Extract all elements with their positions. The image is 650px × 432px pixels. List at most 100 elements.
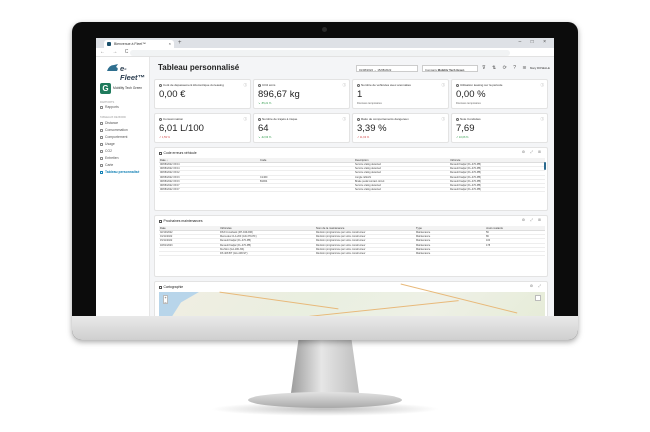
- warning-icon: [258, 117, 261, 121]
- kpi-card-leasing-usage: Utilisation leasing sur la période ⓘ 0,0…: [451, 79, 548, 109]
- kpi-trend: ↗ 1,59 %: [159, 136, 170, 139]
- leaf-icon: [258, 83, 261, 87]
- sidebar-item-label: Distance: [105, 121, 119, 125]
- monitor-stand-base: [248, 392, 402, 408]
- company-select[interactable]: Company Mobility Tech Green: [422, 65, 478, 72]
- info-icon[interactable]: ⓘ: [244, 83, 248, 88]
- sidebar-item-label: CO2: [105, 149, 112, 153]
- info-icon[interactable]: ⓘ: [343, 117, 347, 122]
- table-cell: 08/08/2022 15:07: [159, 187, 259, 193]
- sidebar-item-consommation[interactable]: Consommation: [100, 128, 148, 134]
- info-icon[interactable]: ⓘ: [343, 83, 347, 88]
- table-cell: DS 408 BT (GG-408-ST): [219, 251, 315, 257]
- kpi-card-co2: CO2 émis ⓘ 896,67 kg ↘ -55,21 %: [253, 79, 350, 109]
- org-name: Mobility Tech Green: [113, 86, 143, 90]
- kpi-trend: ↗ 10,06 %: [456, 136, 469, 139]
- map-canvas[interactable]: + −: [159, 283, 545, 316]
- kpi-label: Note Conduites: [456, 117, 481, 121]
- kpi-label-text: Ratio de comportements dangereux: [361, 117, 409, 121]
- page-title: Tableau personnalisé: [158, 63, 240, 72]
- tab-close-icon[interactable]: ×: [169, 41, 171, 46]
- panel-tools[interactable]: ⚙ ⤢ ⊞: [522, 150, 543, 154]
- kpi-card-leasing-cost: Coût de dépassement kilométrique du leas…: [154, 79, 251, 109]
- scrollbar-thumb[interactable]: [544, 162, 546, 170]
- zoom-out-button[interactable]: −: [164, 300, 167, 306]
- panel-tools[interactable]: ⚙ ⤢: [530, 284, 543, 288]
- percent-icon: [456, 83, 459, 87]
- user-menu[interactable]: Mary ROSELLE: [530, 66, 550, 70]
- url-field[interactable]: [130, 49, 510, 56]
- layers-icon[interactable]: [535, 295, 541, 301]
- panel-tools[interactable]: ⚙ ⤢ ⊞: [522, 218, 543, 222]
- company-value: Mobility Tech Green: [437, 67, 465, 72]
- kpi-value: 0,00 €: [159, 89, 186, 100]
- sidebar-item-distance[interactable]: Distance: [100, 121, 148, 127]
- panel-title-text: Prochaines maintenances: [163, 219, 203, 223]
- camera-icon: [322, 27, 327, 32]
- table-row[interactable]: DS 408 BT (GG-408-ST) Révision programmée…: [159, 251, 545, 257]
- kpi-value: 3,39 %: [357, 123, 387, 134]
- sidebar-item-tableau-personnalise[interactable]: Tableau personnalisé: [100, 170, 148, 176]
- table-cell: [159, 251, 219, 257]
- wrench-icon: [100, 156, 103, 160]
- kpi-value: 7,69: [456, 123, 475, 134]
- tab-title: Bienvenue à Fleet™: [114, 42, 146, 46]
- sidebar-item-co2[interactable]: CO2: [100, 149, 148, 155]
- kpi-trend: ↘ -55,21 %: [258, 102, 272, 105]
- map-icon: [100, 163, 103, 167]
- sidebar-item-comportement[interactable]: Comportement: [100, 135, 148, 141]
- kpi-value: 0,00 %: [456, 89, 486, 100]
- maintenance-table: Date Véhicules Nom de la maintenance Typ…: [159, 226, 545, 257]
- kpi-value: 1: [357, 89, 363, 100]
- error-codes-table: Date ↓ Code Description Véhicule 08/08/2…: [159, 158, 545, 193]
- info-icon[interactable]: ⓘ: [442, 83, 446, 88]
- monitor-bezel: Bienvenue à Fleet™ × + – □ × ← → C ⌂ e-F…: [72, 22, 578, 340]
- sidebar-item-label: Comportement: [105, 135, 128, 139]
- kpi-label-text: Nombre de véhicules avec anomalies: [361, 83, 411, 87]
- org-switcher[interactable]: G Mobility Tech Green: [100, 83, 148, 95]
- map-zoom-control[interactable]: + −: [163, 295, 168, 304]
- sidebar-item-label: Consommation: [105, 128, 128, 132]
- window-controls[interactable]: – □ ×: [519, 39, 551, 45]
- kpi-label-text: Consommation: [163, 117, 184, 121]
- sidebar-item-carte[interactable]: Carte: [100, 163, 148, 169]
- info-icon[interactable]: ⓘ: [541, 117, 545, 122]
- kpi-label: CO2 émis: [258, 83, 275, 87]
- monitor-stand-neck: [290, 340, 360, 400]
- sidebar-item-reports[interactable]: Rapports: [100, 105, 148, 111]
- table-row[interactable]: 08/08/2022 15:07 Service vialog detected R…: [159, 187, 545, 193]
- steering-icon: [357, 117, 360, 121]
- report-icon: [100, 105, 103, 109]
- map-road: [400, 283, 518, 314]
- sidebar-item-usage[interactable]: Usage: [100, 142, 148, 148]
- sidebar-section-reports: RAPPORTS: [100, 101, 115, 104]
- header-toolbar[interactable]: ⊽ ⇅ ⟳ ? ≋: [482, 65, 529, 71]
- kpi-card-dangerous-ratio: Ratio de comportements dangereux ⓘ 3,39 …: [352, 113, 449, 143]
- kpi-label: Nombre de trajets à risque: [258, 117, 297, 121]
- info-icon[interactable]: ⓘ: [244, 117, 248, 122]
- monitor-scene: Bienvenue à Fleet™ × + – □ × ← → C ⌂ e-F…: [0, 0, 650, 432]
- table-body: 02/10/2022 DS3 Crossback (FH-949-RM) Révis…: [159, 230, 545, 257]
- info-icon[interactable]: ⓘ: [442, 117, 446, 122]
- kpi-label-text: Nombre de trajets à risque: [262, 117, 298, 121]
- upcoming-maintenance-panel: Prochaines maintenances ⚙ ⤢ ⊞ Date Véhic…: [154, 215, 548, 277]
- star-icon: [456, 117, 459, 121]
- new-tab-icon[interactable]: +: [178, 40, 182, 46]
- map-panel: Cartographie ⚙ ⤢ + −: [154, 281, 548, 316]
- route-icon: [100, 121, 103, 125]
- panel-title: Code erreurs véhicule: [159, 151, 197, 155]
- brand-name: e-Fleet™: [120, 64, 146, 82]
- sidebar: e-Fleet™ G Mobility Tech Green RAPPORTS …: [96, 57, 150, 316]
- euro-icon: [159, 83, 162, 87]
- kpi-label: Utilisation leasing sur la période: [456, 83, 502, 87]
- kpi-label: Nombre de véhicules avec anomalies: [357, 83, 411, 87]
- sidebar-item-entretien[interactable]: Entretien: [100, 156, 148, 162]
- kpi-label-text: Note Conduites: [460, 117, 481, 121]
- horse-logo-icon: [107, 64, 118, 71]
- table-cell: [259, 187, 354, 193]
- browser-tab[interactable]: Bienvenue à Fleet™ ×: [104, 40, 174, 48]
- date-range-picker[interactable]: 01/08/2022 → 15/08/2022: [356, 65, 418, 72]
- info-icon[interactable]: ⓘ: [541, 83, 545, 88]
- table-cell: Service vialog detected: [354, 187, 449, 193]
- kpi-card-consumption: Consommation ⓘ 6,01 L/100 ↗ 1,59 %: [154, 113, 251, 143]
